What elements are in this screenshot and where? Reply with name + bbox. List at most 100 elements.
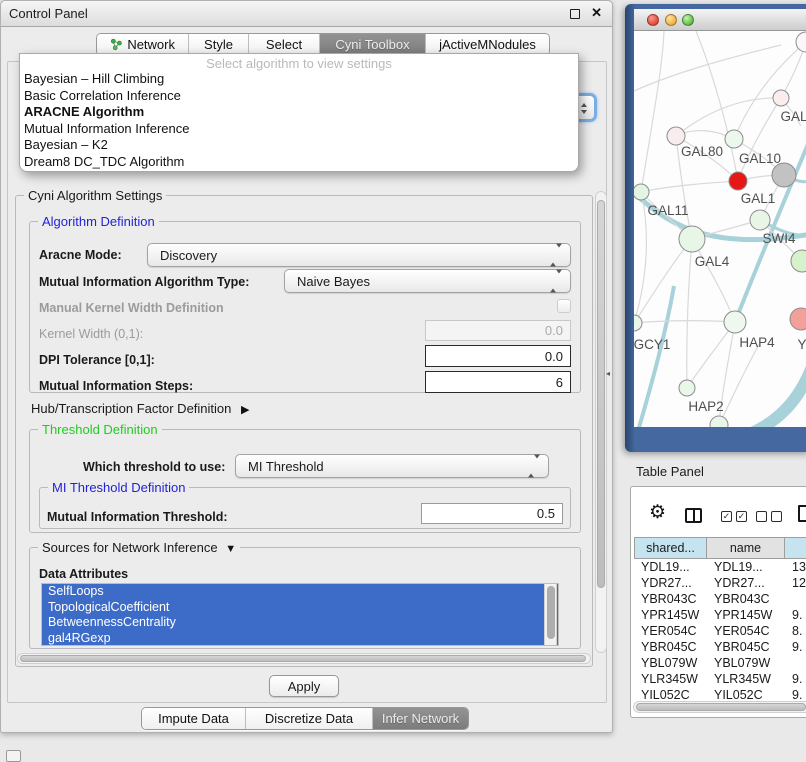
attribute-item-gal4rgexp[interactable]: gal4RGexp (42, 631, 558, 647)
gear-icon[interactable]: ⚙ (649, 504, 666, 522)
tab-cyni-toolbox[interactable]: Cyni Toolbox (320, 34, 426, 55)
manual-kernel-checkbox[interactable] (557, 299, 571, 313)
tab-select[interactable]: Select (249, 34, 320, 55)
table-row[interactable]: YBL079WYBL079W (634, 655, 806, 671)
node-gal4[interactable] (679, 226, 705, 252)
cyni-settings-legend: Cyni Algorithm Settings (24, 188, 166, 203)
table-cell: YLR345W (707, 671, 785, 687)
table-header-row[interactable]: shared...nameA (634, 537, 806, 559)
table-row[interactable]: YPR145WYPR145W9. (634, 607, 806, 623)
algorithm-option-bayesian-k2[interactable]: Bayesian – K2 (20, 137, 578, 154)
settings-hscrollbar-thumb[interactable] (20, 655, 586, 662)
settings-vscrollbar-thumb[interactable] (597, 200, 605, 588)
tab-network[interactable]: Network (97, 34, 189, 55)
expander-collapsed-icon: ▶ (241, 404, 249, 416)
float-window-icon[interactable] (570, 9, 580, 19)
node-hap4[interactable] (724, 311, 746, 333)
column-layout-icon[interactable] (685, 508, 702, 523)
node-gal1[interactable] (729, 172, 747, 190)
tab-jactivemnodules[interactable]: jActiveMNodules (426, 34, 549, 55)
node-gal11[interactable] (634, 184, 649, 200)
network-graph: GALGAL80GAL10GAL1GAL11SWI4GAL4GCY1HAP4YH… (634, 31, 806, 427)
attributes-list-scrollbar[interactable] (544, 584, 557, 645)
node-gal[interactable] (773, 90, 789, 106)
unselect-all-columns-icon[interactable] (756, 511, 782, 522)
kernel-width-field[interactable]: 0.0 (425, 320, 571, 341)
table-row[interactable]: YBR045CYBR045C9. (634, 639, 806, 655)
attributes-scrollbar-thumb[interactable] (547, 586, 555, 639)
attribute-item-topologicalcoefficient[interactable]: TopologicalCoefficient (42, 600, 558, 616)
node-unlabeled[interactable] (791, 250, 806, 272)
node-gal10[interactable] (725, 130, 743, 148)
zoom-traffic-light-icon[interactable] (682, 14, 694, 26)
table-row[interactable]: YDR27...YDR27...12 (634, 575, 806, 591)
settings-vertical-scrollbar[interactable] (595, 191, 607, 653)
threshold-definition-legend: Threshold Definition (38, 422, 162, 437)
table-cell: 13 (785, 559, 806, 575)
node-y[interactable] (790, 308, 806, 330)
select-all-columns-icon[interactable]: ✓✓ (721, 511, 747, 522)
collapsed-panel-icon[interactable] (6, 750, 21, 762)
node-gcy1[interactable] (634, 315, 642, 331)
network-window-titlebar[interactable] (634, 9, 806, 31)
mi-type-combo[interactable]: Naive Bayes (284, 269, 571, 293)
bottom-tab-impute-data[interactable]: Impute Data (142, 708, 246, 729)
attribute-item-selfloops[interactable]: SelfLoops (42, 584, 558, 600)
column-header-a[interactable]: A (785, 537, 806, 559)
table-row[interactable]: YBR043CYBR043C (634, 591, 806, 607)
data-attributes-label: Data Attributes (39, 567, 128, 581)
tab-style[interactable]: Style (189, 34, 249, 55)
close-traffic-light-icon[interactable] (647, 14, 659, 26)
mi-steps-field[interactable]: 6 (425, 371, 571, 393)
node-label-hap2: HAP2 (688, 399, 723, 414)
aracne-mode-combo[interactable]: Discovery (147, 243, 571, 267)
node-label-gal11: GAL11 (647, 203, 688, 218)
panel-resize-handle[interactable]: ◂ (606, 369, 610, 378)
algorithm-option-basic-correlation-inference[interactable]: Basic Correlation Inference (20, 88, 578, 105)
minimize-traffic-light-icon[interactable] (665, 14, 677, 26)
node-swi4[interactable] (750, 210, 770, 230)
data-attributes-list[interactable]: SelfLoopsTopologicalCoefficientBetweenne… (41, 583, 559, 646)
algorithm-option-mutual-information-inference[interactable]: Mutual Information Inference (20, 121, 578, 138)
dpi-tolerance-field[interactable]: 0.0 (425, 345, 571, 367)
table-cell: 9. (785, 639, 806, 655)
new-table-icon[interactable] (798, 505, 806, 522)
table-horizontal-scrollbar[interactable] (633, 701, 806, 713)
algorithm-option-dream8-dc-tdc-algorithm[interactable]: Dream8 DC_TDC Algorithm (20, 154, 578, 171)
bottom-tab-infer-network[interactable]: Infer Network (373, 708, 468, 729)
bottom-tab-discretize-data[interactable]: Discretize Data (246, 708, 373, 729)
table-cell: YER054C (707, 623, 785, 639)
node-label-gal: GAL (780, 109, 806, 124)
network-canvas[interactable]: GALGAL80GAL10GAL1GAL11SWI4GAL4GCY1HAP4YH… (634, 31, 806, 427)
column-header-name[interactable]: name (707, 537, 785, 559)
attribute-item-betweennesscentrality[interactable]: BetweennessCentrality (42, 615, 558, 631)
close-icon[interactable]: ✕ (591, 5, 602, 21)
sources-legend[interactable]: Sources for Network Inference ▼ (38, 540, 240, 555)
apply-button[interactable]: Apply (269, 675, 339, 697)
control-panel-titlebar[interactable]: Control Panel ✕ (1, 1, 612, 27)
mi-threshold-legend: MI Threshold Definition (48, 480, 189, 495)
tab-label: jActiveMNodules (439, 37, 536, 52)
table-row[interactable]: YER054CYER054C8. (634, 623, 806, 639)
table-cell: YBL079W (707, 655, 785, 671)
node-hap2[interactable] (679, 380, 695, 396)
column-header-shared[interactable]: shared... (634, 537, 707, 559)
apply-button-label: Apply (288, 679, 321, 694)
algorithm-option-bayesian-hill-climbing[interactable]: Bayesian – Hill Climbing (20, 71, 578, 88)
settings-horizontal-scrollbar[interactable] (17, 653, 591, 664)
table-hscrollbar-thumb[interactable] (636, 703, 806, 711)
node-gal80[interactable] (667, 127, 685, 145)
table-cell: 12 (785, 575, 806, 591)
table-cell: YPR145W (634, 607, 707, 623)
kernel-width-label: Kernel Width (0,1): (39, 327, 143, 341)
table-row[interactable]: YLR345WYLR345W9. (634, 671, 806, 687)
table-cell: 9. (785, 671, 806, 687)
node-unlabeled[interactable] (772, 163, 796, 187)
hub-factor-expander[interactable]: Hub/Transcription Factor Definition ▶ (31, 401, 249, 416)
node-unlabeled[interactable] (710, 416, 728, 427)
mi-threshold-field[interactable]: 0.5 (421, 503, 563, 524)
algorithm-option-aracne-algorithm[interactable]: ARACNE Algorithm (20, 104, 578, 121)
which-threshold-combo[interactable]: MI Threshold (235, 454, 549, 478)
expander-expanded-icon: ▼ (225, 543, 236, 555)
table-row[interactable]: YDL19...YDL19...13 (634, 559, 806, 575)
